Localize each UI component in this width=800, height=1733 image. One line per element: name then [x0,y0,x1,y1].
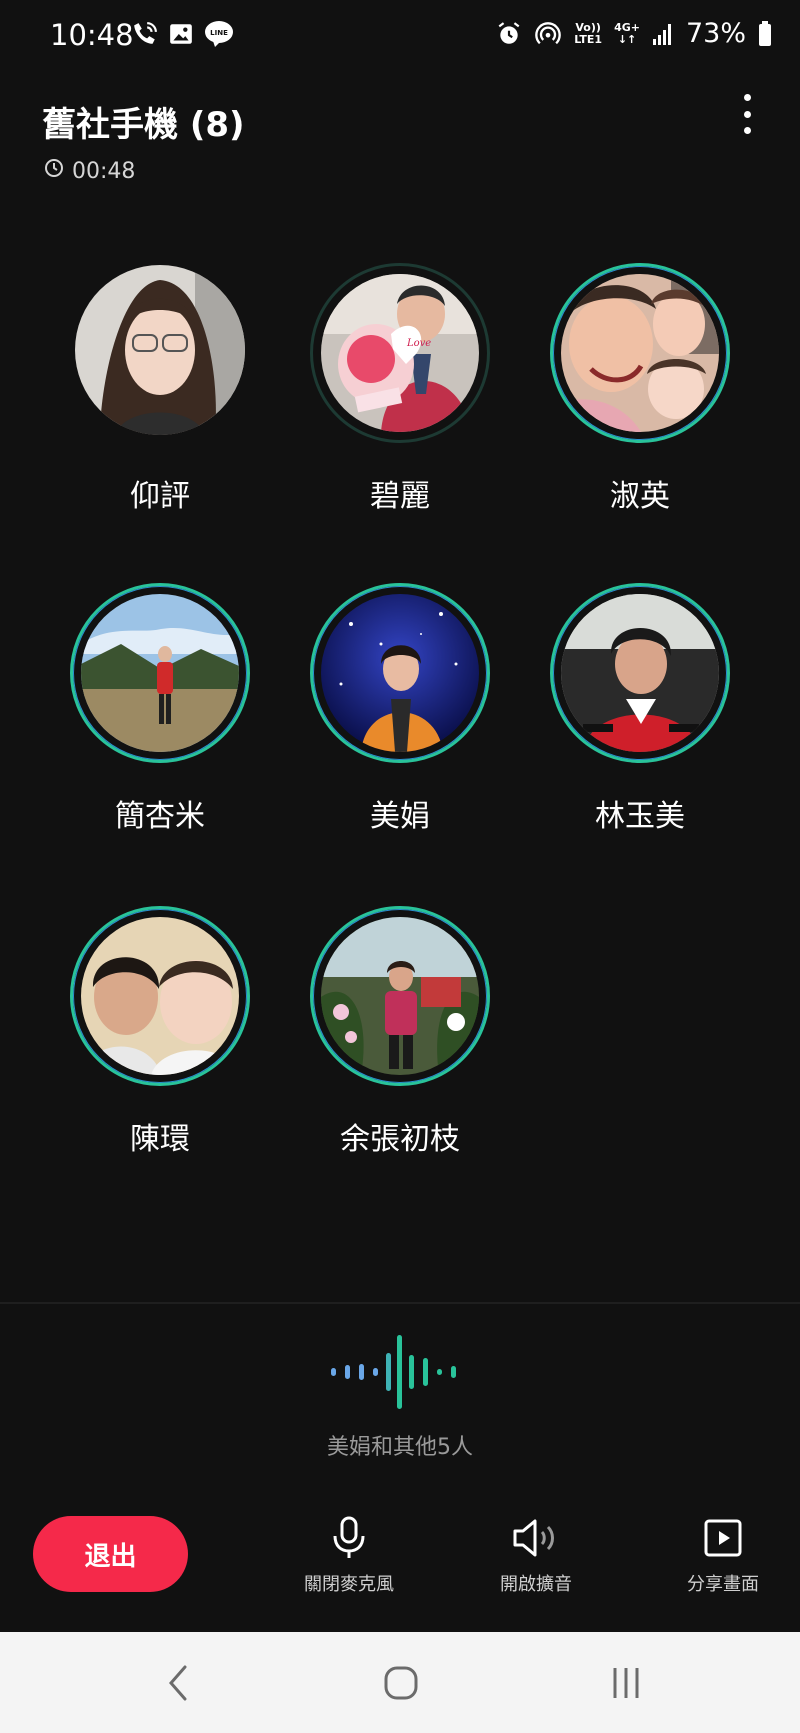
avatar-ring [310,906,490,1086]
home-icon[interactable] [371,1660,431,1706]
participant-name: 淑英 [610,479,670,514]
speaking-status: 美娟和其他5人 [327,1435,473,1460]
recents-icon[interactable] [596,1660,656,1706]
participant-name: 林玉美 [595,799,685,834]
back-icon[interactable] [148,1660,208,1706]
participant-name: 仰評 [130,479,190,514]
phone-call-icon [132,21,158,51]
status-right-icons: Vo)) LTE1 4G+ ↓↑ 73% [496,18,772,49]
avatar [81,594,239,752]
share-screen-button[interactable]: 分享畫面 [643,1516,800,1596]
speaker-button[interactable]: 開啟擴音 [456,1516,616,1596]
image-icon [168,21,194,51]
net-line2: ↓↑ [617,32,637,46]
participant-name: 美娟 [370,799,430,834]
participant-tile[interactable]: 美娟 [280,583,520,843]
line-app-icon: LINE [204,20,234,52]
avatar [321,917,479,1075]
exit-button[interactable]: 退出 [33,1516,188,1592]
avatar-ring [550,263,730,443]
voice-activity-icon [325,1335,475,1409]
participant-name: 陳環 [130,1122,190,1157]
participant-tile[interactable]: 余張初枝 [280,906,520,1166]
avatar-ring [70,263,250,443]
volte-icon: Vo)) LTE1 [574,20,603,46]
avatar [561,594,719,752]
status-time: 10:48 [50,18,134,52]
call-timer: 00:48 [44,158,135,184]
participant-tile[interactable]: Love 碧麗 [280,263,520,523]
participant-tile[interactable]: 林玉美 [520,583,760,843]
divider [0,1302,800,1304]
participant-tile[interactable]: 簡杏米 [40,583,280,843]
timer-text: 00:48 [72,158,136,184]
microphone-icon [269,1516,429,1560]
clock-icon [44,158,64,184]
avatar-ring [70,906,250,1086]
avatar-ring [310,583,490,763]
avatar-ring [550,583,730,763]
avatar: Love [321,274,479,432]
avatar [321,594,479,752]
participant-tile[interactable]: 仰評 [40,263,280,523]
status-bar: 10:48 LINE Vo)) LTE1 4G+ ↓↑ 73% [0,0,800,72]
volte-line2: LTE1 [574,32,603,46]
mute-mic-button[interactable]: 關閉麥克風 [269,1516,429,1596]
participant-tile[interactable]: 陳環 [40,906,280,1166]
speaker-icon [456,1516,616,1560]
avatar [75,265,245,435]
net-line1: 4G+ [614,20,640,34]
network-4g-icon: 4G+ ↓↑ [614,20,640,46]
participant-name: 碧麗 [370,479,430,514]
svg-text:LINE: LINE [210,29,228,37]
mute-mic-label: 關閉麥克風 [304,1574,394,1595]
call-title: 舊社手機 (8) [42,105,245,145]
share-screen-icon [643,1516,800,1560]
status-left-icons: LINE [132,20,234,52]
battery-icon [758,20,772,47]
system-nav-bar [0,1632,800,1733]
avatar-ring [70,583,250,763]
speaker-label: 開啟擴音 [500,1574,572,1595]
participant-tile[interactable]: 淑英 [520,263,760,523]
volte-line1: Vo)) [575,20,601,34]
svg-text:Love: Love [406,338,431,349]
avatar [561,274,719,432]
avatar [81,917,239,1075]
share-screen-label: 分享畫面 [687,1574,759,1595]
battery-percent: 73% [685,18,746,49]
alarm-icon [496,21,522,47]
participant-name: 余張初枝 [340,1122,460,1157]
hotspot-icon [534,20,562,48]
signal-icon [652,22,674,46]
participant-name: 簡杏米 [115,799,205,834]
avatar-ring: Love [310,263,490,443]
more-vertical-icon[interactable] [732,92,762,136]
